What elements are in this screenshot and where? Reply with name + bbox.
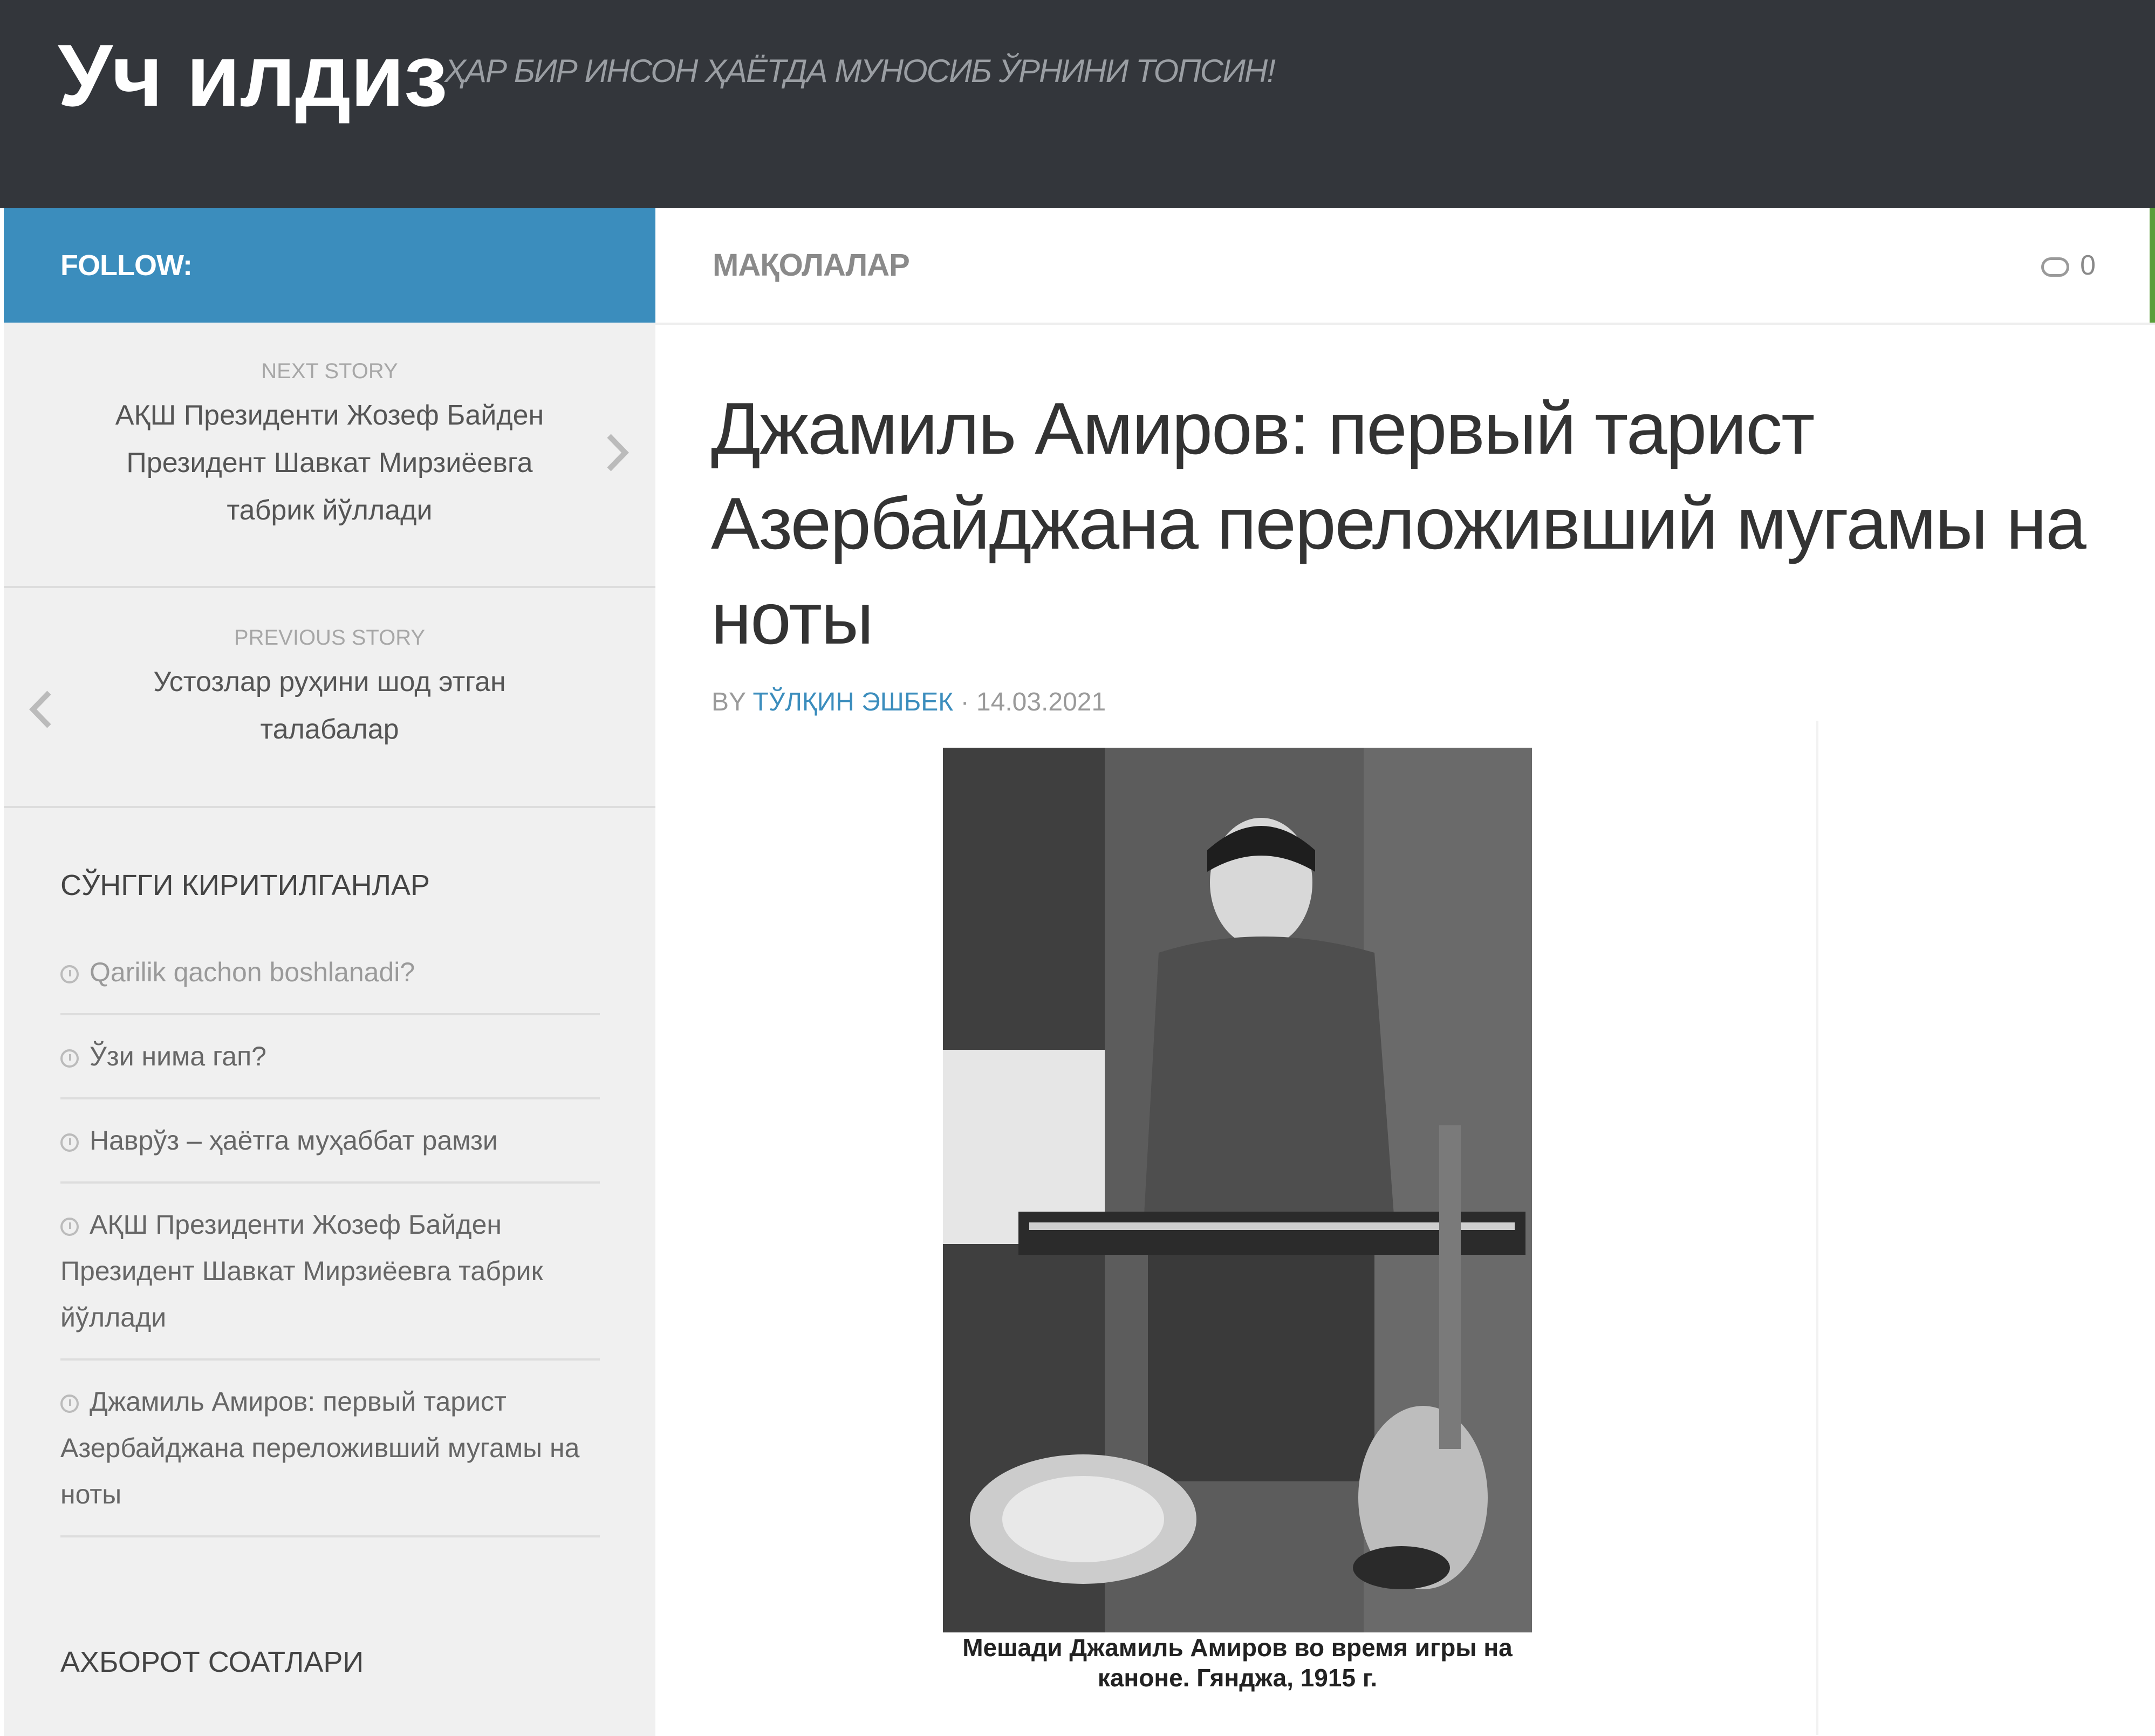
previous-story-title[interactable]: Устозлар руҳини шод этган талабалар <box>85 658 574 753</box>
chevron-right-icon[interactable] <box>601 428 634 477</box>
recent-posts-list: Qarilik qachon boshlanadi? Ўзи нима гап?… <box>60 931 600 1537</box>
follow-label: FOLLOW: <box>60 249 193 282</box>
comment-bubble-icon <box>2041 257 2070 277</box>
next-story-kicker: NEXT STORY <box>261 359 398 383</box>
site-tagline: ҲАР БИР ИНСОН ҲАЁТДА МУНОСИБ ЎРНИНИ ТОПС… <box>444 53 1276 89</box>
clock-icon <box>60 1395 79 1413</box>
chevron-left-icon[interactable] <box>24 685 57 734</box>
news-hours-heading: АХБОРОТ СОАТЛАРИ <box>60 1646 364 1678</box>
previous-story[interactable]: PREVIOUS STORY Устозлар руҳини шод этган… <box>4 588 655 808</box>
comments-link[interactable]: 0 <box>2041 246 2096 285</box>
clock-icon <box>60 1049 79 1068</box>
topbar-edge-accent <box>2150 208 2155 323</box>
photo-caption: Мешади Джамиль Амиров во время игры на к… <box>962 1634 1513 1692</box>
musician-photo-illustration <box>943 748 1532 1632</box>
post-title: Джамиль Амиров: первый тарист Азербайджа… <box>711 387 2086 659</box>
recent-post-link[interactable]: Qarilik qachon boshlanadi? <box>90 957 415 987</box>
author-link[interactable]: ТЎЛҚИН ЭШБЕК <box>753 688 954 716</box>
sidebar: FOLLOW: NEXT STORY АҚШ Президенти Жозеф … <box>4 208 655 1736</box>
recent-posts-heading: СЎНГГИ КИРИТИЛГАНЛАР <box>60 869 430 901</box>
site-header: Уч илдиз ҲАР БИР ИНСОН ҲАЁТДА МУНОСИБ ЎР… <box>0 0 2155 208</box>
next-story-title[interactable]: АҚШ Президенти Жозеф Байден Президент Ша… <box>85 392 574 534</box>
clock-icon <box>60 965 79 983</box>
follow-bar: FOLLOW: <box>4 208 655 323</box>
comments-count: 0 <box>2080 250 2096 281</box>
next-story[interactable]: NEXT STORY АҚШ Президенти Жозеф Байден П… <box>4 323 655 588</box>
recent-post-link[interactable]: АҚШ Президенти Жозеф Байден Президент Ша… <box>60 1209 543 1332</box>
recent-post-link[interactable]: Наврўз – ҳаётга муҳаббат рамзи <box>90 1125 498 1156</box>
category-link[interactable]: МАҚОЛАЛАР <box>713 246 910 285</box>
byline-separator: · <box>953 688 976 716</box>
byline-by: BY <box>712 688 746 716</box>
recent-post-item[interactable]: Наврўз – ҳаётга муҳаббат рамзи <box>60 1099 600 1184</box>
post-topbar: МАҚОЛАЛАР 0 <box>655 208 2155 325</box>
content-divider <box>1816 721 1818 1735</box>
post-photo <box>943 748 1532 1632</box>
recent-post-link[interactable]: Ўзи нима гап? <box>90 1041 266 1071</box>
post-byline: BY ТЎЛҚИН ЭШБЕК · 14.03.2021 <box>712 683 1106 722</box>
recent-post-item[interactable]: Ўзи нима гап? <box>60 1015 600 1099</box>
recent-post-item[interactable]: Qarilik qachon boshlanadi? <box>60 931 600 1015</box>
previous-story-kicker: PREVIOUS STORY <box>234 626 426 650</box>
recent-post-link[interactable]: Джамиль Амиров: первый тарист Азербайджа… <box>60 1386 579 1509</box>
clock-icon <box>60 1218 79 1236</box>
clock-icon <box>60 1133 79 1152</box>
post-date: 14.03.2021 <box>976 688 1106 716</box>
main-content: МАҚОЛАЛАР 0 Джамиль Амиров: первый тарис… <box>655 208 2155 1736</box>
recent-post-item[interactable]: Джамиль Амиров: первый тарист Азербайджа… <box>60 1361 600 1537</box>
recent-post-item[interactable]: АҚШ Президенти Жозеф Байден Президент Ша… <box>60 1184 600 1361</box>
site-title[interactable]: Уч илдиз <box>58 22 448 129</box>
